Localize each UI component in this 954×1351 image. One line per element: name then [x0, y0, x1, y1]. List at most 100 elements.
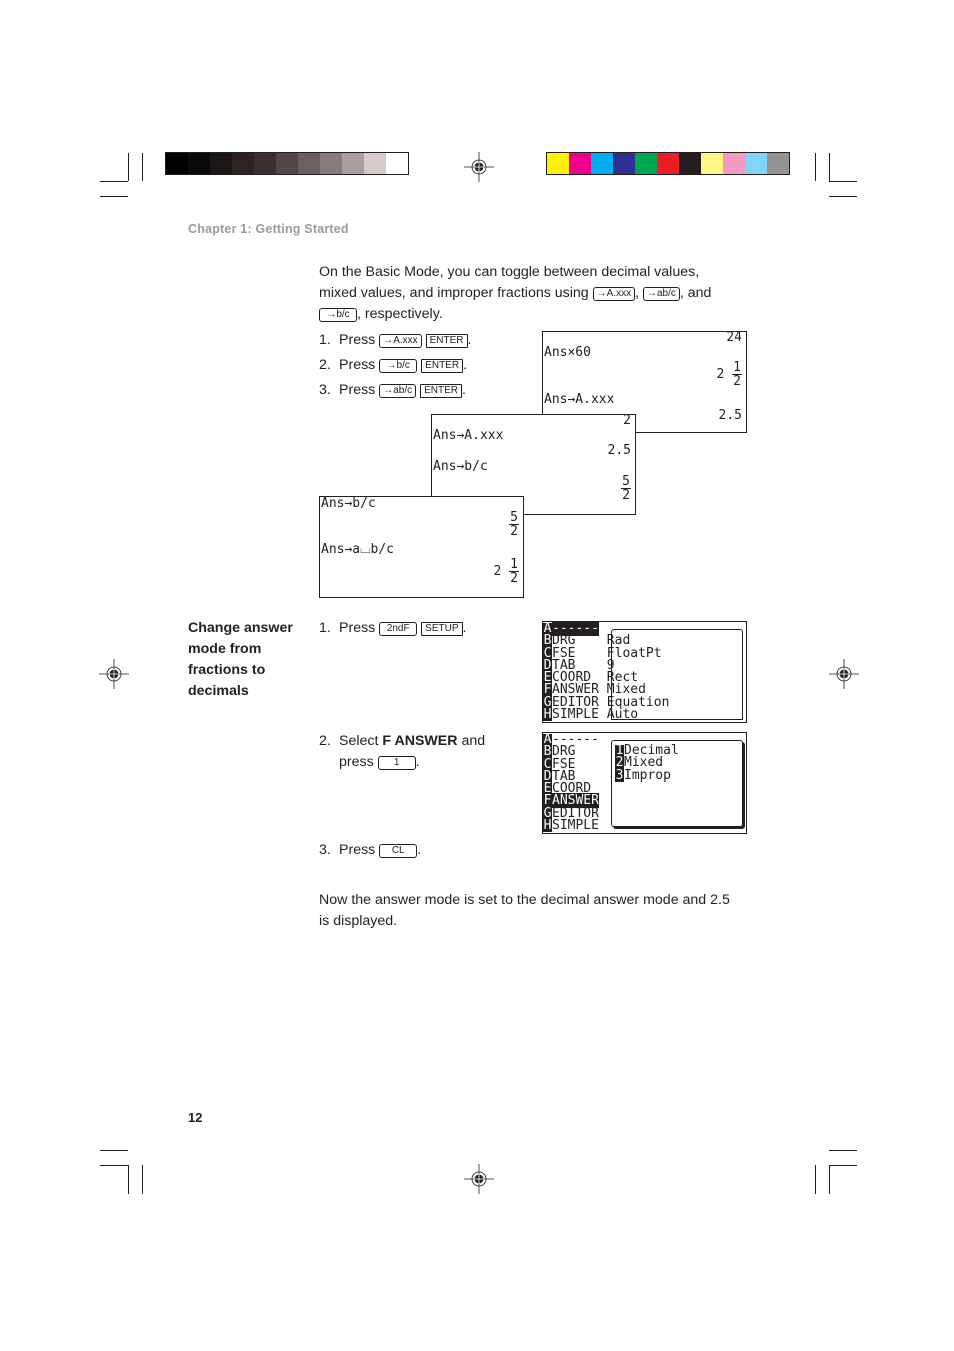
crop-mark [100, 1150, 128, 1151]
step-item: 1. Press →A.xxx ENTER. [319, 332, 472, 348]
menu-value: Auto [598, 707, 639, 723]
menu-letter: H [543, 707, 552, 723]
setup-key: SETUP [421, 622, 463, 636]
screen-result: 2 12 [716, 360, 742, 389]
step-item: 3. Press →ab/c ENTER. [319, 382, 466, 398]
color-swatch [547, 153, 569, 174]
color-swatch [342, 153, 364, 174]
screen-result: 2.5 [718, 408, 742, 423]
crop-mark [829, 181, 857, 182]
screen-result: 2.5 [607, 443, 631, 458]
color-swatch [701, 153, 723, 174]
color-swatch [210, 153, 232, 174]
menu-label: SIMPLE [552, 707, 599, 723]
answer-options-list: 1Decimal 2Mixed 3Improp [615, 744, 679, 783]
intro-line: On the Basic Mode, you can toggle betwee… [319, 264, 700, 280]
crop-mark [829, 1165, 830, 1194]
color-swatch [635, 153, 657, 174]
screen-entry: Ans→A.xxx [433, 428, 504, 443]
color-swatch [767, 153, 789, 174]
crop-mark [128, 1165, 129, 1194]
step-item: 2. Select F ANSWER and [319, 733, 486, 749]
enter-key: ENTER [420, 384, 462, 398]
color-swatch [254, 153, 276, 174]
color-swatch [320, 153, 342, 174]
crop-mark [100, 181, 128, 182]
decimal-key: →A.xxx [379, 334, 422, 348]
menu-label: SIMPLE [552, 818, 599, 834]
registration-mark-icon [464, 1164, 494, 1194]
menu-item-simple[interactable]: HSIMPLE Auto [543, 707, 669, 723]
screen-result: 2 12 [493, 557, 519, 586]
mixed-key: →ab/c [642, 287, 680, 301]
crop-mark [829, 1150, 857, 1151]
screen-entry: Ans→b/c [433, 459, 488, 474]
option-number: 3 [615, 767, 624, 783]
menu-item-simple[interactable]: HSIMPLE [543, 818, 599, 834]
color-swatch [657, 153, 679, 174]
color-swatch [679, 153, 701, 174]
chapter-header: Chapter 1: Getting Started [188, 222, 349, 236]
color-swatch [298, 153, 320, 174]
number-1-key: 1 [377, 756, 416, 770]
crop-mark [142, 1165, 143, 1194]
registration-mark-icon [829, 659, 859, 689]
registration-mark-icon [99, 659, 129, 689]
screen-result: 52 [509, 510, 519, 539]
crop-mark [142, 153, 143, 181]
color-swatch [364, 153, 386, 174]
color-swatch [591, 153, 613, 174]
enter-key: ENTER [425, 334, 468, 348]
crop-mark [815, 153, 816, 181]
grayscale-calibration-bar [165, 152, 409, 175]
crop-mark [100, 196, 128, 197]
screen-value: 24 [726, 330, 742, 345]
color-swatch [276, 153, 298, 174]
screen-entry: Ans→b/c [321, 496, 376, 511]
screen-result: 52 [621, 474, 631, 503]
conclusion-paragraph: Now the answer mode is set to the decima… [319, 892, 730, 929]
intro-line: →b/c, respectively. [319, 304, 759, 325]
color-swatch [745, 153, 767, 174]
crop-mark [128, 153, 129, 181]
setup-menu-list: A------ BDRG Rad CFSE FloatPt DTAB 9 ECOORD … [543, 622, 669, 723]
setup-menu-list: A------ BDRG CFSE DTAB ECOORD FANSWER GEDI… [543, 733, 599, 834]
menu-letter: H [543, 818, 552, 834]
crop-mark [829, 196, 857, 197]
screen-entry: Ans→a⌴b/c [321, 542, 395, 557]
enter-key: ENTER [421, 359, 464, 373]
calculator-screen-3: Ans→b/c 52 Ans→a⌴b/c 2 12 [319, 496, 524, 598]
step-item-continued: press 1. [339, 754, 420, 770]
color-swatch [386, 153, 408, 174]
color-swatch [723, 153, 745, 174]
improper-key: →b/c [319, 308, 357, 322]
color-calibration-bar [546, 152, 790, 175]
page-number: 12 [188, 1110, 203, 1125]
step-item: 2. Press →b/c ENTER. [319, 357, 468, 373]
registration-mark-icon [464, 152, 494, 182]
answer-option-improp[interactable]: 3Improp [615, 767, 679, 783]
mixed-key: →ab/c [379, 384, 417, 398]
color-swatch [166, 153, 188, 174]
cl-key: CL [379, 844, 418, 858]
2ndf-key: 2ndF [379, 622, 418, 636]
screen-entry: Ans×60 [544, 345, 591, 360]
improper-key: →b/c [379, 359, 418, 373]
setup-menu-screen: A------ BDRG Rad CFSE FloatPt DTAB 9 ECOORD … [542, 621, 747, 723]
color-swatch [188, 153, 210, 174]
screen-entry: Ans→A.xxx [544, 392, 615, 407]
color-swatch [569, 153, 591, 174]
crop-mark [829, 153, 830, 181]
decimal-key: →A.xxx [592, 287, 636, 301]
intro-line: mixed values, and improper fractions usi… [319, 285, 712, 301]
section-heading: Change answer mode from fractions to dec… [188, 620, 293, 699]
option-label: Improp [624, 767, 671, 783]
step-item: 3. Press CL. [319, 842, 422, 858]
crop-mark [829, 1165, 857, 1166]
screen-value: 2 [623, 413, 631, 428]
answer-menu-screen: A------ BDRG CFSE DTAB ECOORD FANSWER GEDI… [542, 732, 747, 834]
step-item: 1. Press 2ndF SETUP. [319, 620, 467, 636]
color-swatch [232, 153, 254, 174]
intro-paragraph: On the Basic Mode, you can toggle betwee… [319, 262, 759, 325]
crop-mark [815, 1165, 816, 1194]
